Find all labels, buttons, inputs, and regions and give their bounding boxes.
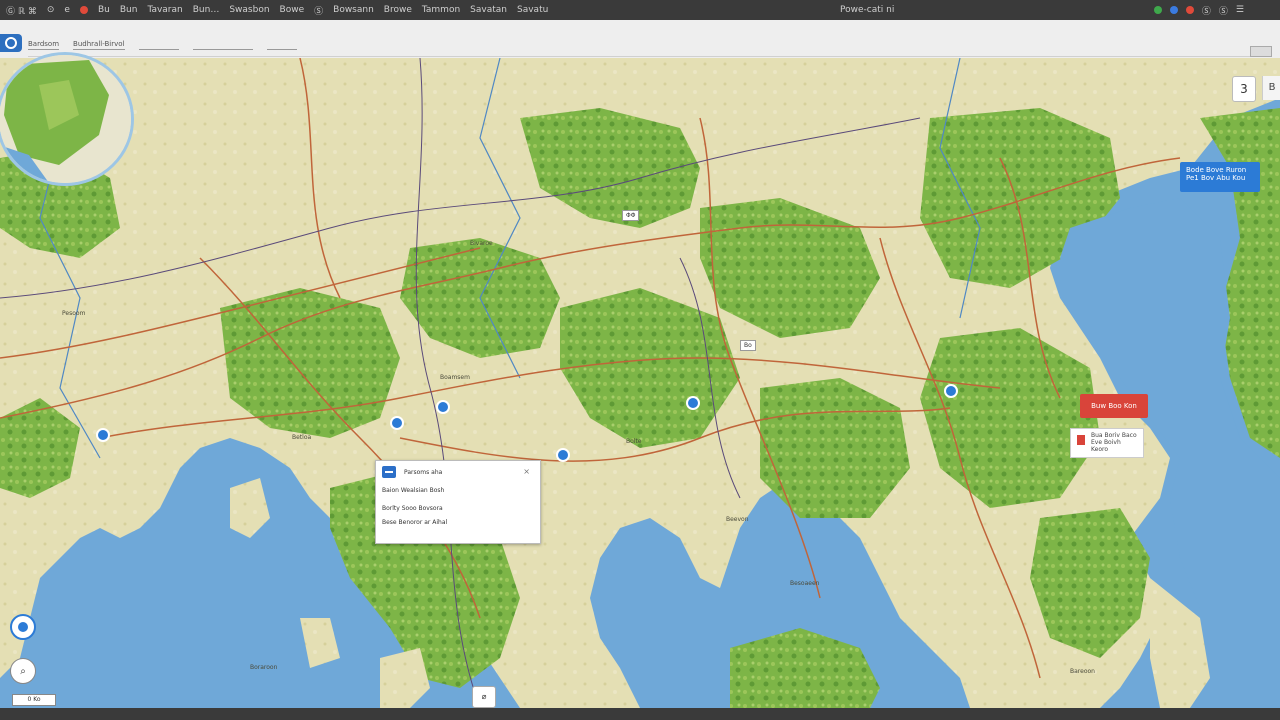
search-button[interactable]: ⌕ [10, 658, 36, 684]
overview-minimap[interactable] [0, 52, 134, 186]
place-popup[interactable]: Parsoms aha × Baion Wealsian Bosh Borlty… [375, 460, 541, 544]
place-label[interactable]: Beevon [726, 516, 749, 523]
status-green-icon[interactable] [1153, 6, 1162, 14]
place-card-line1: Bua Boriv Baco [1091, 432, 1137, 439]
popup-menu-icon[interactable] [382, 466, 396, 478]
map-app-window: Ⓖ ℝ ⌘ ⊙ e Bu Bun Tavaran Bun… Swasbon Bo… [0, 0, 1280, 720]
map-marker[interactable] [96, 428, 110, 442]
map-tag[interactable]: ΦΦ [622, 210, 640, 221]
place-label[interactable]: Boamsem [440, 374, 470, 381]
info-card-line1: Bode Bove Ruron [1186, 166, 1247, 174]
minimap-svg [0, 55, 131, 183]
place-label[interactable]: Boraroon [250, 664, 277, 671]
compass-button[interactable]: ⌀ [472, 686, 496, 708]
location-icon [18, 622, 28, 632]
system-item-14[interactable]: Savatan [470, 5, 507, 15]
system-item-1[interactable]: ⊙ [47, 5, 55, 15]
map-marker[interactable] [686, 396, 700, 410]
home-icon [5, 37, 17, 49]
popup-row: Borlty Sooo Bovsora [382, 505, 443, 512]
map-svg[interactable] [0, 58, 1280, 708]
window-title: Powe-cati ni [840, 5, 895, 15]
map-marker[interactable] [436, 400, 450, 414]
system-item-7[interactable]: Bun… [193, 5, 220, 15]
system-item-2[interactable]: e [64, 5, 70, 15]
place-label[interactable]: Betloa [292, 434, 311, 441]
toolbar-divider [28, 56, 1268, 57]
place-label[interactable]: Bolte [626, 438, 642, 445]
map-tag[interactable]: Bo [740, 340, 756, 351]
info-card-line2: Pe1 Bov Abu Kou [1186, 174, 1246, 182]
info-card-blue[interactable]: Bode Bove Ruron Pe1 Bov Abu Kou [1180, 162, 1260, 192]
system-item-0[interactable]: Ⓖ ℝ ⌘ [6, 4, 37, 17]
place-label[interactable]: Besoaeen [790, 580, 819, 587]
place-label[interactable]: Pesoom [62, 310, 85, 317]
tab-2[interactable] [138, 40, 179, 50]
popup-row: Baion Wealsian Bosh [382, 487, 445, 494]
place-label[interactable]: Bareoon [1070, 668, 1095, 675]
place-card-line2: Eve Boivh Keoro [1091, 439, 1121, 453]
system-item-13[interactable]: Tammon [422, 5, 460, 15]
status-blue-icon[interactable] [1169, 6, 1178, 14]
map-marker[interactable] [390, 416, 404, 430]
popup-title: Parsoms aha [404, 468, 443, 476]
close-icon[interactable]: × [523, 467, 530, 476]
system-bar: Ⓖ ℝ ⌘ ⊙ e Bu Bun Tavaran Bun… Swasbon Bo… [0, 0, 1280, 20]
my-location-button[interactable] [10, 614, 36, 640]
system-item-9[interactable]: Bowe [280, 5, 305, 15]
home-button[interactable] [0, 34, 22, 52]
tab-1[interactable]: Budhrall-Birvol [73, 40, 125, 50]
system-bar-right: Ⓢ Ⓢ ☰ [1153, 0, 1244, 20]
popup-row: Bese Benoror ar Aihal [382, 519, 448, 526]
system-item-12[interactable]: Browe [384, 5, 412, 15]
place-card[interactable]: Bua Boriv Baco Eve Boivh Keoro [1070, 428, 1144, 458]
address-toolbar: Bardsom Budhrall-Birvol [0, 20, 1280, 59]
popup-header: Parsoms aha [382, 466, 442, 478]
tab-4[interactable] [266, 40, 297, 50]
system-item-10[interactable]: Ⓢ [314, 4, 323, 17]
system-right-3[interactable]: Ⓢ [1202, 4, 1211, 17]
toolbar-action-button[interactable] [1250, 46, 1272, 57]
layers-button[interactable]: B [1262, 76, 1280, 100]
system-item-15[interactable]: Savatu [517, 5, 548, 15]
map-marker[interactable] [556, 448, 570, 462]
system-item-5[interactable]: Bun [120, 5, 138, 15]
scale-bar: 0 Ko [12, 694, 56, 706]
alert-label[interactable]: Buw Boo Kon [1080, 394, 1148, 418]
tab-0[interactable]: Bardsom [28, 40, 60, 50]
system-item-4[interactable]: Bu [98, 5, 110, 15]
toolbar-tabs: Bardsom Budhrall-Birvol [28, 40, 297, 50]
map-canvas[interactable]: Pesoom Boamsem Bolte Beevon Besoaeen Bet… [0, 58, 1280, 708]
zoom-level-button[interactable]: 3 [1232, 76, 1256, 102]
system-item-8[interactable]: Swasbon [229, 5, 269, 15]
system-item-11[interactable]: Bowsann [333, 5, 374, 15]
system-item-6[interactable]: Tavaran [147, 5, 182, 15]
status-red-icon[interactable] [1185, 6, 1194, 14]
system-bar-left: Ⓖ ℝ ⌘ ⊙ e Bu Bun Tavaran Bun… Swasbon Bo… [0, 4, 548, 17]
bottom-bar [0, 708, 1280, 720]
system-right-4[interactable]: Ⓢ [1219, 4, 1228, 17]
pin-icon [1077, 435, 1085, 445]
tab-3[interactable] [192, 40, 253, 50]
record-icon[interactable] [79, 6, 88, 14]
map-marker[interactable] [944, 384, 958, 398]
menu-icon[interactable]: ☰ [1236, 5, 1244, 15]
place-label[interactable]: Bivaroe [470, 240, 493, 247]
